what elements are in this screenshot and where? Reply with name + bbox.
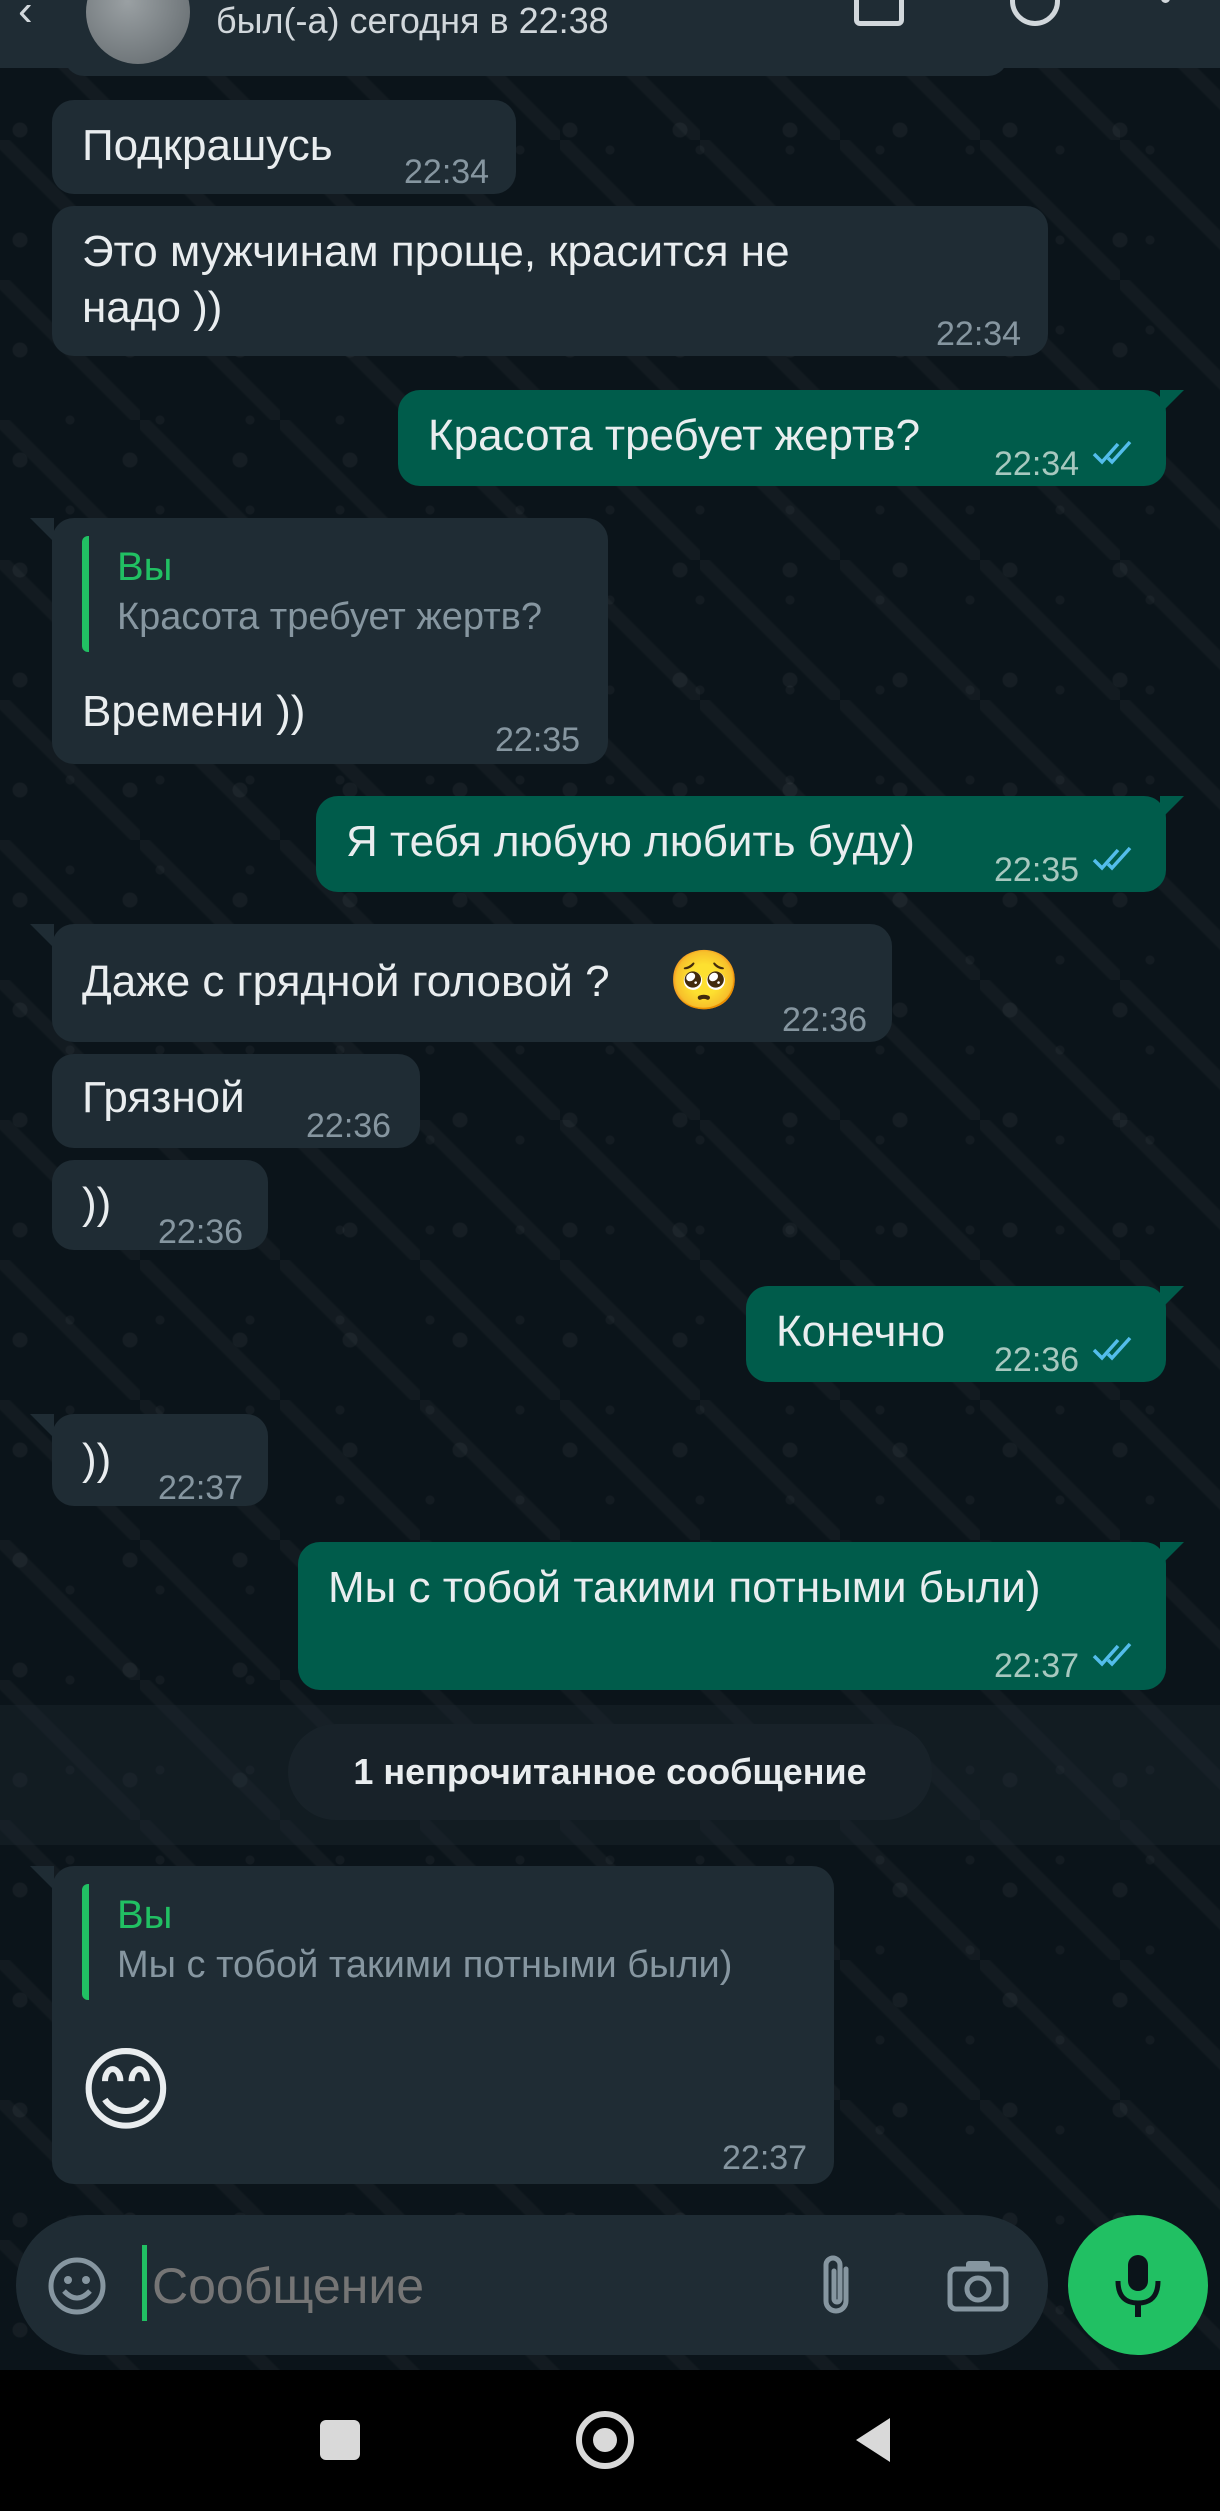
message-bubble-incoming[interactable]: Грязной 22:36 [52, 1054, 420, 1148]
chat-header: ‹ был(-а) сегодня в 22:38 [0, 0, 1220, 68]
emoji-icon[interactable] [46, 2255, 108, 2317]
message-time: 22:36 [782, 1001, 868, 1039]
message-time: 22:37 [722, 2139, 808, 2177]
bubble-tail [30, 924, 54, 948]
message-text: Конечно [776, 1307, 946, 1356]
quoted-message[interactable]: Вы Красота требует жертв? [82, 536, 578, 652]
text-cursor [142, 2245, 147, 2321]
back-arrow-icon[interactable]: ‹ [18, 0, 33, 36]
message-bubble-incoming[interactable]: Даже с грядной головой ? 🥺 22:36 [52, 924, 892, 1042]
read-ticks-icon [1092, 1336, 1132, 1361]
quoted-author: Вы [117, 1893, 173, 1937]
message-text: )) [82, 1435, 112, 1484]
message-time: 22:36 [994, 1341, 1080, 1379]
message-bubble-incoming[interactable]: )) 22:37 [52, 1414, 268, 1507]
mic-icon [1115, 2255, 1161, 2317]
recents-icon[interactable] [320, 2420, 360, 2460]
message-time: 22:37 [158, 1469, 244, 1507]
voice-record-button[interactable] [1068, 2215, 1208, 2355]
message-time: 22:34 [994, 445, 1080, 483]
quoted-author: Вы [117, 545, 173, 589]
message-input[interactable] [150, 2243, 794, 2329]
message-composer [16, 2215, 1048, 2355]
message-time: 22:37 [994, 1647, 1080, 1685]
read-ticks-icon [1092, 440, 1132, 465]
back-icon[interactable] [850, 2414, 894, 2466]
message-text: Грязной [82, 1073, 245, 1122]
message-time: 22:34 [404, 153, 490, 191]
message-text: Времени )) [82, 687, 306, 736]
bubble-tail [1160, 1286, 1184, 1310]
bubble-tail [30, 1414, 54, 1438]
message-bubble-outgoing[interactable]: Я тебя любую любить буду) 22:35 [316, 796, 1166, 892]
contact-avatar[interactable] [86, 0, 190, 64]
quoted-message[interactable]: Вы Мы с тобой такими потными были) [82, 1884, 804, 2000]
message-bubble-outgoing[interactable]: Конечно 22:36 [746, 1286, 1166, 1382]
message-time: 22:35 [495, 721, 581, 759]
message-bubble-incoming[interactable]: )) 22:36 [52, 1160, 268, 1251]
message-bubble-incoming[interactable]: Это мужчинам проще, красится не надо )) … [52, 206, 1048, 356]
bubble-tail [30, 1866, 54, 1890]
message-time: 22:35 [994, 851, 1080, 889]
message-bubble-incoming[interactable]: Подкрашусь 22:34 [52, 100, 516, 194]
message-text: Красота требует жертв? [428, 411, 921, 460]
message-text: Подкрашусь [82, 121, 333, 170]
bubble-tail [30, 518, 54, 542]
quoted-text: Красота требует жертв? [117, 596, 542, 638]
read-ticks-icon [1092, 1642, 1132, 1667]
home-icon[interactable] [576, 2411, 634, 2469]
message-bubble-incoming-reply[interactable]: Вы Красота требует жертв? Времени )) 22:… [52, 518, 608, 764]
last-seen-status[interactable]: был(-а) сегодня в 22:38 [216, 0, 609, 42]
video-call-icon[interactable] [854, 0, 904, 26]
camera-icon[interactable] [946, 2257, 1010, 2313]
message-text-line-2: надо )) [82, 283, 223, 332]
quoted-text: Мы с тобой такими потными были) [117, 1944, 733, 1986]
unread-messages-label: 1 непрочитанное сообщение [288, 1724, 932, 1820]
message-bubble-incoming-reply[interactable]: Вы Мы с тобой такими потными были) 😊 22:… [52, 1866, 834, 2184]
message-bubble-outgoing[interactable]: Красота требует жертв? 22:34 [398, 390, 1166, 486]
bubble-tail [1160, 1542, 1184, 1566]
more-options-icon[interactable] [1161, 0, 1170, 3]
system-navigation-bar [0, 2370, 1220, 2511]
message-time: 22:34 [936, 315, 1022, 353]
message-text: Я тебя любую любить буду) [346, 817, 915, 866]
bubble-tail [1160, 390, 1184, 414]
message-time: 22:36 [158, 1213, 244, 1251]
message-time: 22:36 [306, 1107, 392, 1145]
message-text: )) [82, 1179, 112, 1228]
attach-icon[interactable] [814, 2253, 858, 2319]
message-text: Мы с тобой такими потными были) [328, 1563, 1041, 1612]
message-bubble-outgoing[interactable]: Мы с тобой такими потными были) 22:37 [298, 1542, 1166, 1690]
smiling-face-emoji: 😊 [78, 2040, 174, 2142]
read-ticks-icon [1092, 846, 1132, 871]
pleading-face-emoji: 🥺 [668, 948, 741, 1013]
message-text: Даже с грядной головой ? [82, 957, 610, 1006]
message-text-line-1: Это мужчинам проще, красится не [82, 227, 790, 276]
phone-icon[interactable] [1010, 0, 1060, 26]
bubble-tail [1160, 796, 1184, 820]
